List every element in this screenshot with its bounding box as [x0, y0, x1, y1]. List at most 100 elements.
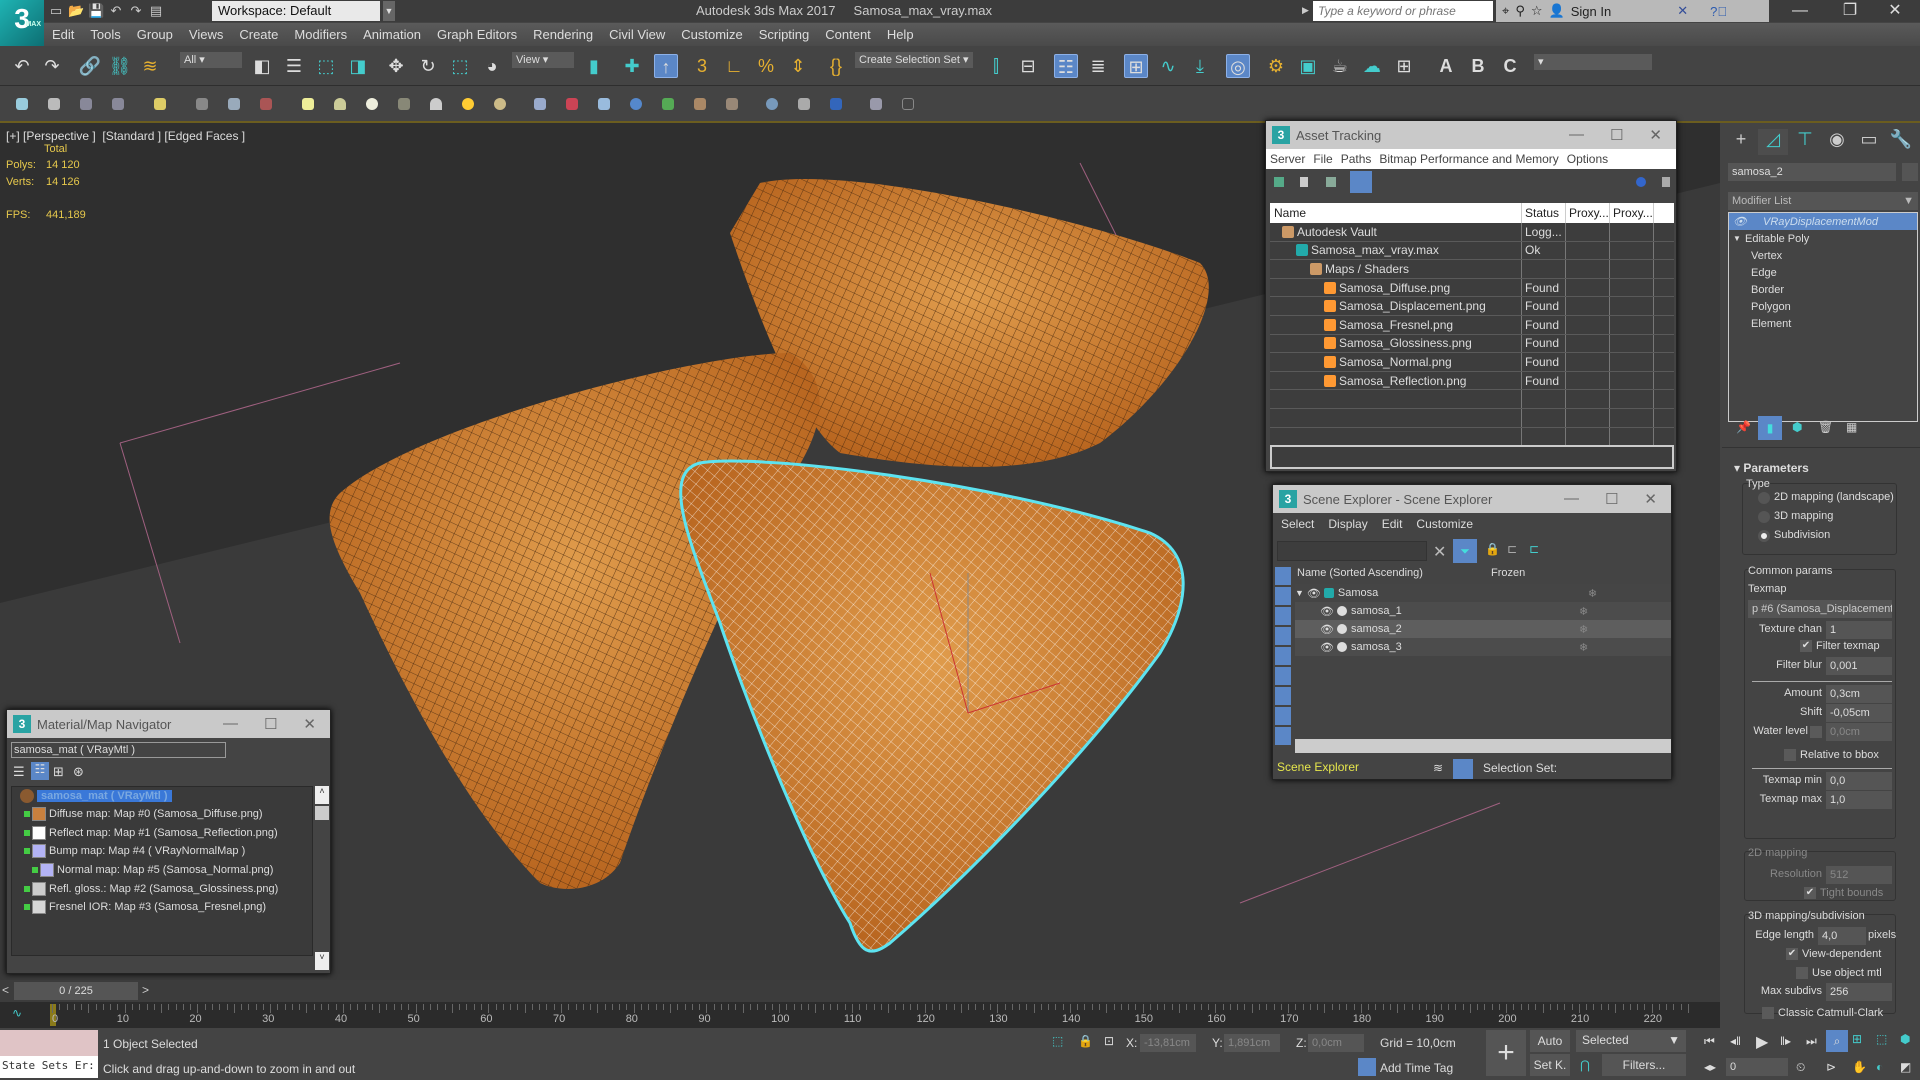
set-key-big-button[interactable]: + [1486, 1030, 1526, 1076]
zoom-all-icon[interactable]: ⊞ [1852, 1032, 1862, 1046]
redo-icon[interactable]: ↷ [40, 54, 64, 78]
add-time-tag-button[interactable]: Add Time Tag [1380, 1061, 1453, 1075]
select-object-icon[interactable]: ◧ [250, 54, 274, 78]
modifier-list-dropdown[interactable]: Modifier List ▼ [1728, 192, 1918, 210]
expand-icon[interactable]: ▼ [1295, 588, 1304, 598]
asset-path-field[interactable] [1270, 445, 1674, 469]
asset-tracking-titlebar[interactable]: 3 Asset Tracking — ☐ ✕ [1266, 121, 1676, 149]
material-map-item[interactable]: Reflect map: Map #1 (Samosa_Reflection.p… [12, 824, 312, 843]
sign-in-button[interactable]: Sign In [1571, 4, 1611, 19]
scene-row[interactable]: 👁 samosa_3 ❄ [1295, 638, 1671, 656]
rect-selection-icon[interactable]: ⬚ [314, 54, 338, 78]
make-unique-icon[interactable]: ⬢ [1792, 420, 1802, 434]
ies-light-icon[interactable] [430, 98, 442, 110]
type-radio[interactable] [1758, 530, 1770, 542]
light-bulb-icon[interactable] [154, 98, 166, 110]
menu-civil-view[interactable]: Civil View [601, 27, 673, 42]
menu-help[interactable]: Help [879, 27, 922, 42]
col-status[interactable]: Status [1522, 203, 1566, 223]
save-icon[interactable]: 💾 [88, 3, 104, 19]
menu-modifiers[interactable]: Modifiers [286, 27, 355, 42]
zoom-icon[interactable]: ⌕ [1826, 1030, 1848, 1052]
large-icons-view-icon[interactable]: ⊛ [73, 764, 84, 780]
edit-named-sets-icon[interactable]: {} [824, 54, 848, 78]
use-object-mtl-checkbox[interactable] [1796, 967, 1808, 979]
select-by-name-icon[interactable]: ☰ [282, 54, 306, 78]
mesh-light-icon[interactable] [398, 98, 410, 110]
material-map-item[interactable]: Fresnel IOR: Map #3 (Samosa_Fresnel.png) [12, 898, 312, 917]
modifier-stack-item[interactable]: 👁 VRayDisplacementMod [1729, 213, 1917, 230]
table-view-icon[interactable] [1350, 171, 1372, 193]
edge-length-spinner[interactable]: 4,0 [1818, 927, 1866, 945]
bind-spacewarp-icon[interactable]: ≋ [138, 54, 162, 78]
asset-row[interactable]: Samosa_Normal.png Found [1270, 353, 1674, 372]
vfb-icon[interactable] [798, 98, 810, 110]
new-file-icon[interactable]: ▭ [48, 3, 64, 19]
sun-icon[interactable] [462, 98, 474, 110]
minimize-icon[interactable]: — [1569, 126, 1584, 144]
menu-views[interactable]: Views [181, 27, 231, 42]
workspace-dropdown[interactable]: Workspace: Default [212, 1, 380, 21]
tangent-icon[interactable]: ⋂ [1580, 1058, 1590, 1072]
ribbon-icon[interactable]: ⊞ [1124, 54, 1148, 78]
proxy-icon[interactable] [694, 98, 706, 110]
teapot-icon[interactable] [16, 98, 28, 110]
curve-editor-toggle-icon[interactable]: ∿ [12, 1006, 22, 1020]
render-cloud-icon[interactable]: ☁ [1360, 54, 1384, 78]
menu-graph-editors[interactable]: Graph Editors [429, 27, 525, 42]
undo-icon[interactable]: ↶ [10, 54, 34, 78]
water-level-checkbox[interactable] [1810, 726, 1822, 738]
subobject-level[interactable]: Vertex [1729, 247, 1917, 264]
menu-display[interactable]: Display [1328, 517, 1367, 531]
hierarchy-tab-icon[interactable]: ⊤ [1790, 129, 1820, 155]
menu-edit[interactable]: Edit [1382, 517, 1403, 531]
move-icon[interactable]: ✥ [384, 54, 408, 78]
curve-editor-icon[interactable]: ∿ [1156, 54, 1180, 78]
menu-bitmap-performance[interactable]: Bitmap Performance and Memory [1379, 152, 1558, 166]
menu-tools[interactable]: Tools [82, 27, 128, 42]
time-config-icon[interactable]: ⏲ [1796, 1060, 1805, 1075]
z-coord-field[interactable]: 0,0cm [1308, 1034, 1364, 1052]
scroll-down-icon[interactable]: ˅ [315, 952, 329, 970]
orbit-icon[interactable]: ◐ [1876, 1060, 1883, 1074]
menu-options[interactable]: Options [1567, 152, 1608, 166]
groups-filter-icon[interactable] [1275, 687, 1291, 705]
xrefs-filter-icon[interactable] [1275, 707, 1291, 725]
expand-icon[interactable]: ▼ [1733, 234, 1745, 243]
pin-stack-icon[interactable]: 📌 [1736, 420, 1751, 434]
restore-icon[interactable]: ❐ [1825, 0, 1875, 22]
frame-slider-thumb[interactable]: 0 / 225 [14, 982, 138, 1000]
menu-customize[interactable]: Customize [673, 27, 750, 42]
qa-customize-icon[interactable]: ▼ [383, 1, 395, 21]
texmap-button[interactable]: p #6 (Samosa_Displacement.png) [1748, 600, 1892, 618]
lights-filter-icon[interactable] [1275, 607, 1291, 625]
angle-snap-icon[interactable]: ∟ [722, 54, 746, 78]
resolution-spinner[interactable]: 512 [1826, 866, 1892, 884]
view-dependent-checkbox[interactable]: ✔ [1786, 948, 1798, 960]
max-subdivs-spinner[interactable]: 256 [1826, 983, 1892, 1001]
selection-filter-dropdown[interactable]: All ▾ [180, 52, 242, 68]
hierarchy-link-icon[interactable]: ⊏ [1529, 542, 1539, 556]
water-level-spinner[interactable]: 0,0cm [1826, 723, 1892, 741]
timeline-track[interactable]: ∿ 0 10 20 30 40 50 60 70 80 90 100 110 120 130 140 150 1… [0, 1002, 1720, 1028]
type-radio[interactable] [1758, 492, 1770, 504]
object-color-swatch[interactable] [1902, 163, 1918, 181]
dome-light-icon[interactable] [334, 98, 346, 110]
material-editor-icon[interactable]: ◎ [1226, 54, 1250, 78]
scroll-thumb[interactable] [315, 806, 329, 820]
configure-sets-icon[interactable]: ▦ [1846, 420, 1857, 434]
plane-icon[interactable] [534, 98, 546, 110]
a360-a-icon[interactable]: A [1434, 54, 1458, 78]
time-tag-icon[interactable] [1358, 1058, 1376, 1076]
asset-row[interactable]: Maps / Shaders [1270, 260, 1674, 279]
project-icon[interactable]: ▤ [148, 3, 164, 19]
placement-icon[interactable]: ◕ [480, 54, 504, 78]
col-name[interactable]: Name [1270, 203, 1522, 223]
y-coord-field[interactable]: 1,891cm [1224, 1034, 1280, 1052]
col-proxy-1[interactable]: Proxy... [1566, 203, 1610, 223]
maximize-viewport-icon[interactable]: ◩ [1900, 1060, 1911, 1074]
list-view-icon[interactable]: ☰ [13, 764, 25, 780]
scene-hscrollbar[interactable] [1295, 739, 1671, 753]
asset-row[interactable]: Samosa_Diffuse.png Found [1270, 278, 1674, 298]
visibility-eye-icon[interactable]: 👁 [1320, 641, 1334, 654]
